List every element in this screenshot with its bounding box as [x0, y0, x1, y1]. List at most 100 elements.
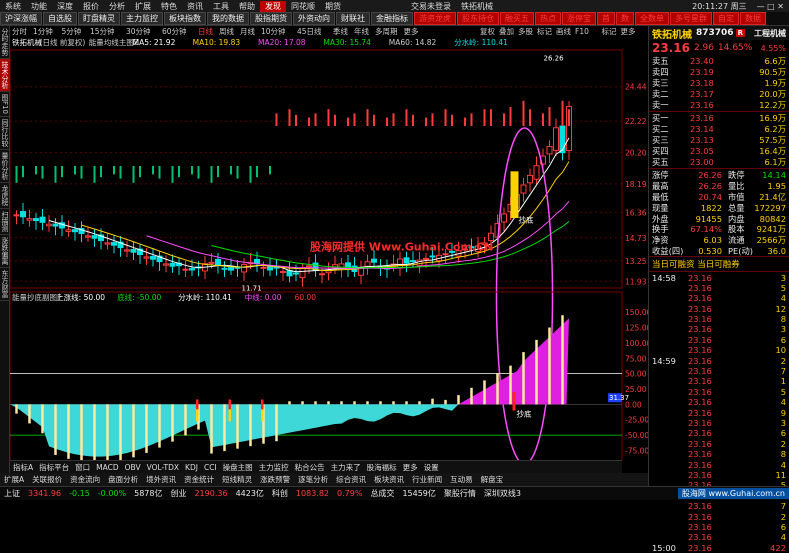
period-tab[interactable]: 30分钟 — [126, 26, 151, 36]
left-tab[interactable]: 东方财富 — [0, 268, 10, 301]
top-tab[interactable]: 数 — [616, 12, 634, 25]
extension-tab[interactable]: 关联报价 — [28, 474, 66, 485]
top-tab[interactable]: 股东持仓 — [457, 12, 499, 25]
indicator-tab[interactable]: 操盘主图 — [220, 462, 256, 473]
period-tab[interactable]: 45日线 — [297, 26, 322, 36]
indicator-tab[interactable]: CCI — [201, 463, 220, 472]
indicator-tab[interactable]: 主力来了 — [328, 462, 364, 473]
extension-tab[interactable]: 解盘宝 — [477, 474, 508, 485]
top-tab[interactable]: 盯盘精灵 — [78, 12, 120, 25]
menu-item[interactable]: 扩展 — [130, 1, 156, 12]
extension-tab[interactable]: 资金统计 — [180, 474, 218, 485]
top-tab[interactable]: 自选股 — [43, 12, 77, 25]
indicator-tab[interactable]: MACD — [93, 463, 121, 472]
top-tab[interactable]: 游资龙虎 — [414, 12, 456, 25]
indicator-tab[interactable]: VOL-TDX — [144, 463, 182, 472]
top-tab[interactable]: 沪深涨幅 — [0, 12, 42, 25]
chart-tool[interactable]: 标记 — [537, 26, 552, 36]
extension-tab[interactable]: 短线精灵 — [218, 474, 256, 485]
chart-svg[interactable]: 分时 1分钟 5分钟 15分钟 30分钟 60分钟 日线 周线 月线 10分钟 45日线 季线 年线 多周… — [9, 26, 654, 484]
indicator-tab[interactable]: KDJ — [182, 463, 201, 472]
period-tab[interactable]: 年线 — [354, 26, 369, 36]
chart-tool[interactable]: 多股 — [518, 26, 533, 36]
chart-tool[interactable]: 叠加 — [499, 26, 514, 36]
period-tab[interactable]: 5分钟 — [62, 26, 82, 36]
extension-tab[interactable]: 扩展A — [0, 474, 28, 485]
index-name[interactable]: 总成交 — [366, 488, 398, 499]
left-tab[interactable]: 技术分析 — [0, 59, 10, 92]
period-tab[interactable]: 10分钟 — [261, 26, 286, 36]
period-tab[interactable]: 60分钟 — [162, 26, 187, 36]
indicator-tab[interactable]: 主力监控 — [256, 462, 292, 473]
period-tab[interactable]: 1分钟 — [33, 26, 53, 36]
indicator-tab[interactable]: 股海福标 — [364, 462, 400, 473]
period-tab[interactable]: 季线 — [333, 26, 348, 36]
top-tab[interactable]: 自定 — [713, 12, 739, 25]
top-tab[interactable]: 全数单 — [635, 12, 669, 25]
left-tab[interactable]: 龙虎榜 — [0, 183, 10, 209]
extension-tab[interactable]: 涨跌预警 — [256, 474, 294, 485]
indicator-tab[interactable]: OBV — [122, 463, 144, 472]
extension-tab[interactable]: 互动易 — [446, 474, 477, 485]
top-tab[interactable]: 外资动向 — [293, 12, 335, 25]
left-tab[interactable]: 涨跌偏离 — [0, 235, 10, 268]
top-tab[interactable]: 首 — [597, 12, 615, 25]
menu-item[interactable]: 功能 — [26, 1, 52, 12]
left-tab[interactable]: 量价分析 — [0, 150, 10, 183]
indicator-tab[interactable]: 设置 — [421, 462, 442, 473]
margin-label[interactable]: 当日可融资 当日可融券 — [649, 256, 789, 273]
top-tab[interactable]: 热点 — [535, 12, 561, 25]
top-tab[interactable]: 融买五 — [500, 12, 534, 25]
left-tab[interactable]: 同行比较 — [0, 117, 10, 150]
extension-tab[interactable]: 板块资讯 — [370, 474, 408, 485]
kline-chart-area[interactable]: 分时 1分钟 5分钟 15分钟 30分钟 60分钟 日线 周线 月线 10分钟 45日线 季线 年线 多周… — [9, 26, 654, 484]
chart-tool[interactable]: 标记 — [602, 26, 617, 36]
period-tab[interactable]: 周线 — [219, 26, 234, 36]
menu-item[interactable]: 帮助 — [234, 1, 260, 12]
index-name[interactable]: 上证 — [0, 488, 24, 499]
chart-tool[interactable]: 更多 — [621, 26, 636, 36]
chart-tool[interactable]: F10 — [575, 27, 589, 36]
top-tab[interactable]: 财联社 — [336, 12, 370, 25]
extension-tab[interactable]: 逐笔分析 — [294, 474, 332, 485]
indicator-tab[interactable]: 更多 — [400, 462, 421, 473]
index-name[interactable]: 科创 — [268, 488, 292, 499]
index-name[interactable]: 创业 — [166, 488, 190, 499]
period-tab[interactable]: 更多 — [404, 26, 419, 36]
top-tab[interactable]: 板块指数 — [164, 12, 206, 25]
menu-item[interactable]: 工具 — [208, 1, 234, 12]
menu-item[interactable]: 同花顺 — [286, 1, 320, 12]
period-tab[interactable]: 15分钟 — [90, 26, 115, 36]
indicator-tab[interactable]: 指标平台 — [36, 462, 72, 473]
period-tab[interactable]: 月线 — [240, 26, 255, 36]
left-tab[interactable]: 扫描测 — [0, 209, 10, 235]
top-tab[interactable]: 我的数据 — [207, 12, 249, 25]
top-tab[interactable]: 股指期货 — [250, 12, 292, 25]
menu-item[interactable]: 深度 — [52, 1, 78, 12]
top-tab[interactable]: 多号星群 — [670, 12, 712, 25]
top-tab[interactable]: 数据 — [740, 12, 766, 25]
top-tab[interactable]: 主力监控 — [121, 12, 163, 25]
sector-label[interactable]: 工程机械 — [754, 28, 786, 39]
menu-item[interactable]: 特色 — [156, 1, 182, 12]
extension-tab[interactable]: 资金流向 — [66, 474, 104, 485]
indicator-tab[interactable]: 指标A — [10, 462, 36, 473]
window-controls[interactable]: — □ ✕ — [752, 2, 789, 11]
menu-item[interactable]: 系统 — [0, 1, 26, 12]
chart-tool[interactable]: 复权 — [480, 26, 495, 36]
period-tab[interactable]: 分时 — [12, 26, 27, 36]
left-tab[interactable]: 分时走势 — [0, 26, 10, 59]
extension-tab[interactable]: 盘面分析 — [104, 474, 142, 485]
menu-item-discover[interactable]: 发现 — [260, 0, 286, 12]
extension-tab[interactable]: 境外资讯 — [142, 474, 180, 485]
period-tab[interactable]: 日线 — [198, 26, 213, 36]
indicator-tab[interactable]: 粘合公告 — [292, 462, 328, 473]
top-tab[interactable]: 涨停宝 — [562, 12, 596, 25]
chart-tool[interactable]: 画线 — [556, 26, 571, 36]
menu-item[interactable]: 期货 — [320, 1, 346, 12]
left-tab[interactable]: 图F10 — [0, 92, 10, 117]
top-tab[interactable]: 金融指标 — [371, 12, 413, 25]
menu-item[interactable]: 报价 — [78, 1, 104, 12]
menu-item[interactable]: 分析 — [104, 1, 130, 12]
indicator-tab[interactable]: 窗口 — [72, 462, 93, 473]
